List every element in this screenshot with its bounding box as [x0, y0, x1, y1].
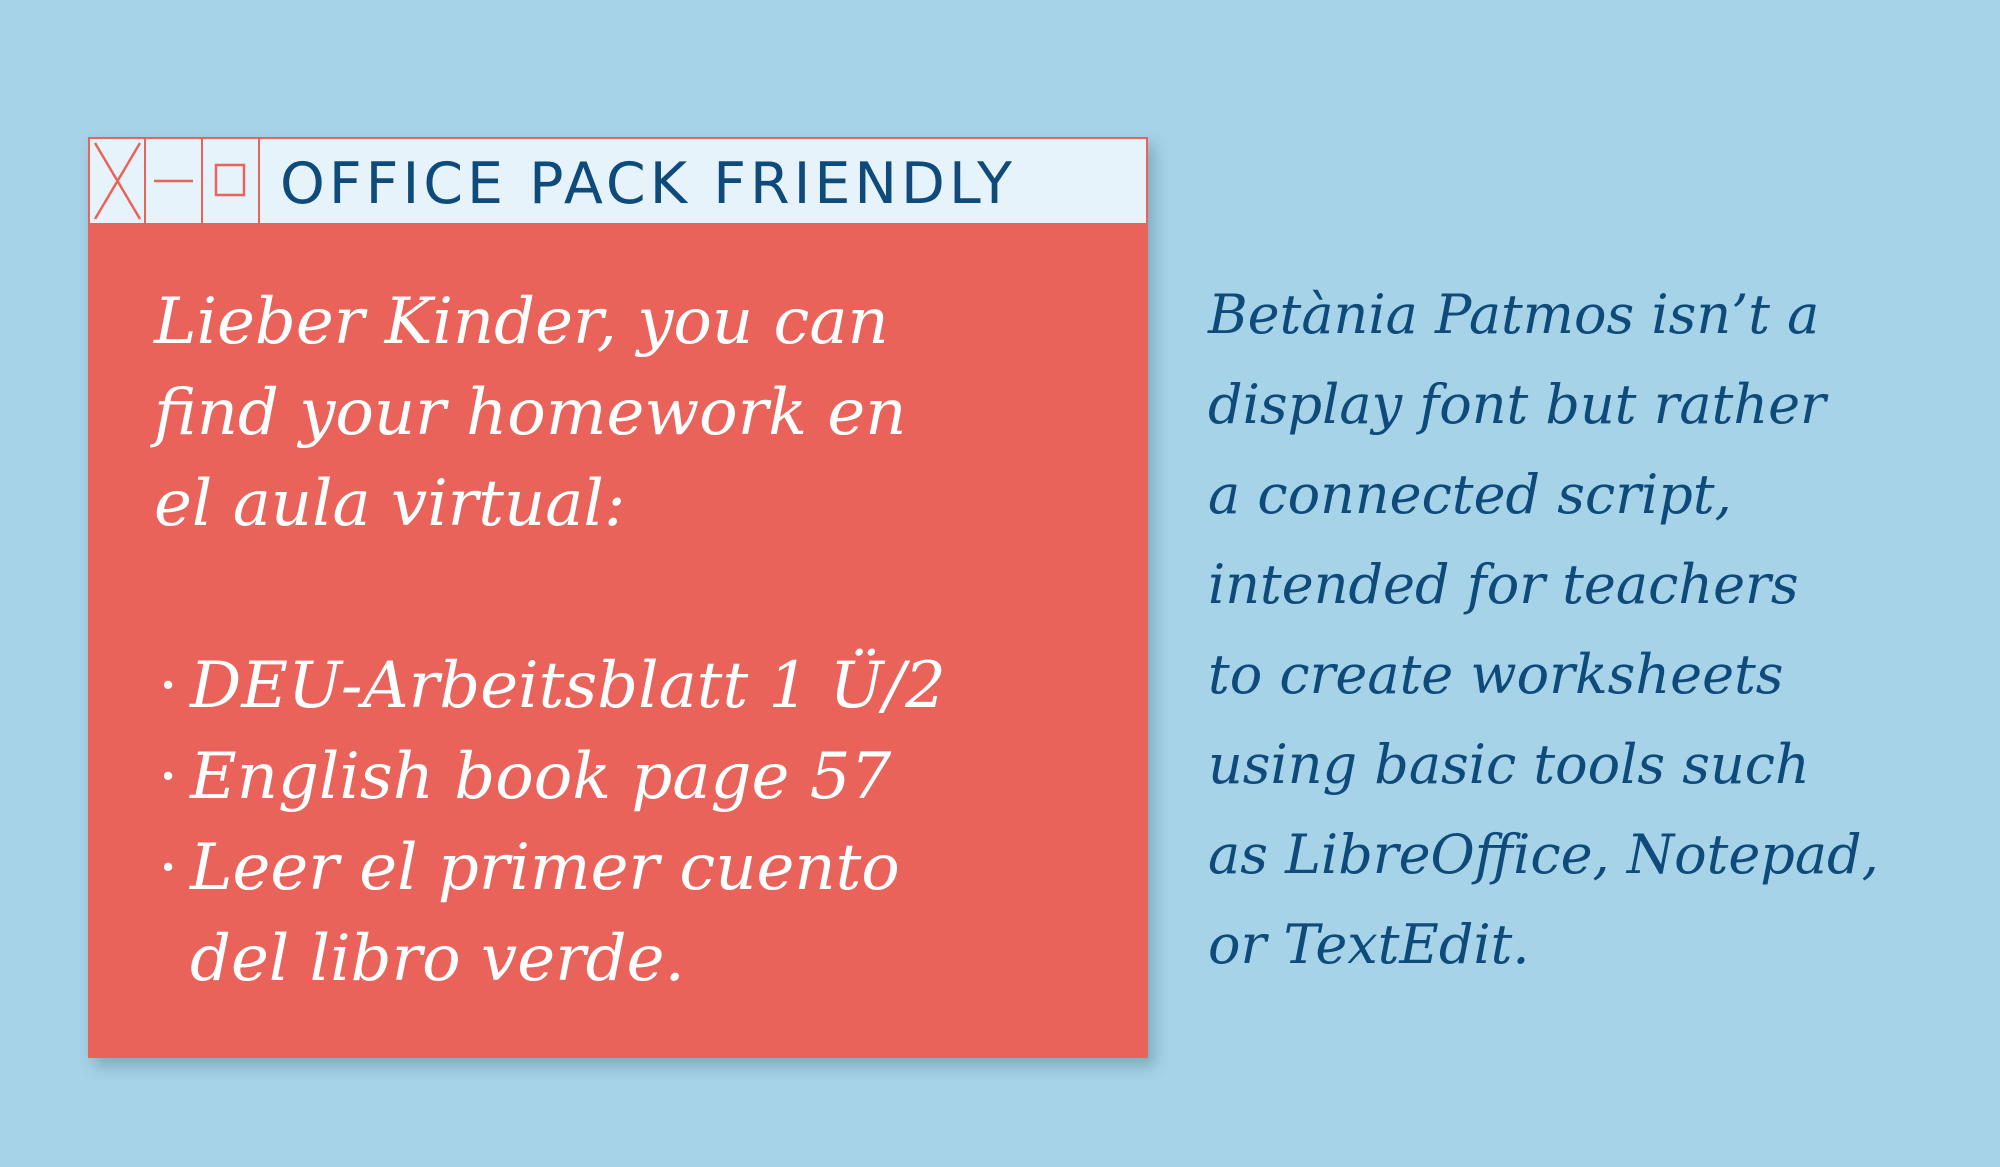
message-line: Lieber Kinder, you can: [154, 285, 889, 359]
description-line: as LibreOffice, Notepad,: [1208, 823, 1879, 886]
maximize-icon: [214, 163, 246, 197]
message-line: el aula virtual:: [154, 467, 626, 541]
list-item-text: English book page 57: [190, 740, 892, 814]
description-line: Betània Patmos isn’t a: [1208, 283, 1820, 346]
description-text: Betània Patmos isn’t a display font but …: [1208, 270, 1988, 990]
list-item: · English book page 57: [154, 732, 1134, 823]
bullet: ·: [158, 740, 179, 814]
close-icon: [93, 142, 142, 220]
minimize-icon: [154, 179, 193, 183]
list-item-text: del libro verde.: [190, 922, 685, 996]
list-item: · DEU-Arbeitsblatt 1 Ü/2: [154, 641, 1134, 732]
maximize-button[interactable]: [203, 139, 260, 223]
description-line: or TextEdit.: [1208, 913, 1530, 976]
title-bar[interactable]: OFFICE PACK FRIENDLY: [88, 137, 1148, 225]
list-item: · Leer el primer cuento del libro verde.: [154, 823, 1134, 1005]
minimize-button[interactable]: [146, 139, 203, 223]
window-content: Lieber Kinder, you can find your homewor…: [154, 277, 1134, 1005]
homework-list: · DEU-Arbeitsblatt 1 Ü/2 · English book …: [154, 641, 1134, 1005]
message-line: find your homework en: [154, 376, 907, 450]
bullet: ·: [158, 649, 179, 723]
list-item-text: Leer el primer cuento: [190, 831, 900, 905]
description-line: a connected script,: [1208, 463, 1732, 526]
description-line: using basic tools such: [1208, 733, 1810, 796]
app-window: OFFICE PACK FRIENDLY Lieber Kinder, you …: [88, 137, 1148, 1058]
list-item-text: DEU-Arbeitsblatt 1 Ü/2: [190, 649, 946, 723]
description-line: display font but rather: [1208, 373, 1826, 436]
window-title: OFFICE PACK FRIENDLY: [280, 151, 1016, 217]
description-line: to create worksheets: [1208, 643, 1784, 706]
description-line: intended for teachers: [1208, 553, 1799, 616]
bullet: ·: [158, 831, 179, 905]
close-button[interactable]: [90, 139, 146, 223]
